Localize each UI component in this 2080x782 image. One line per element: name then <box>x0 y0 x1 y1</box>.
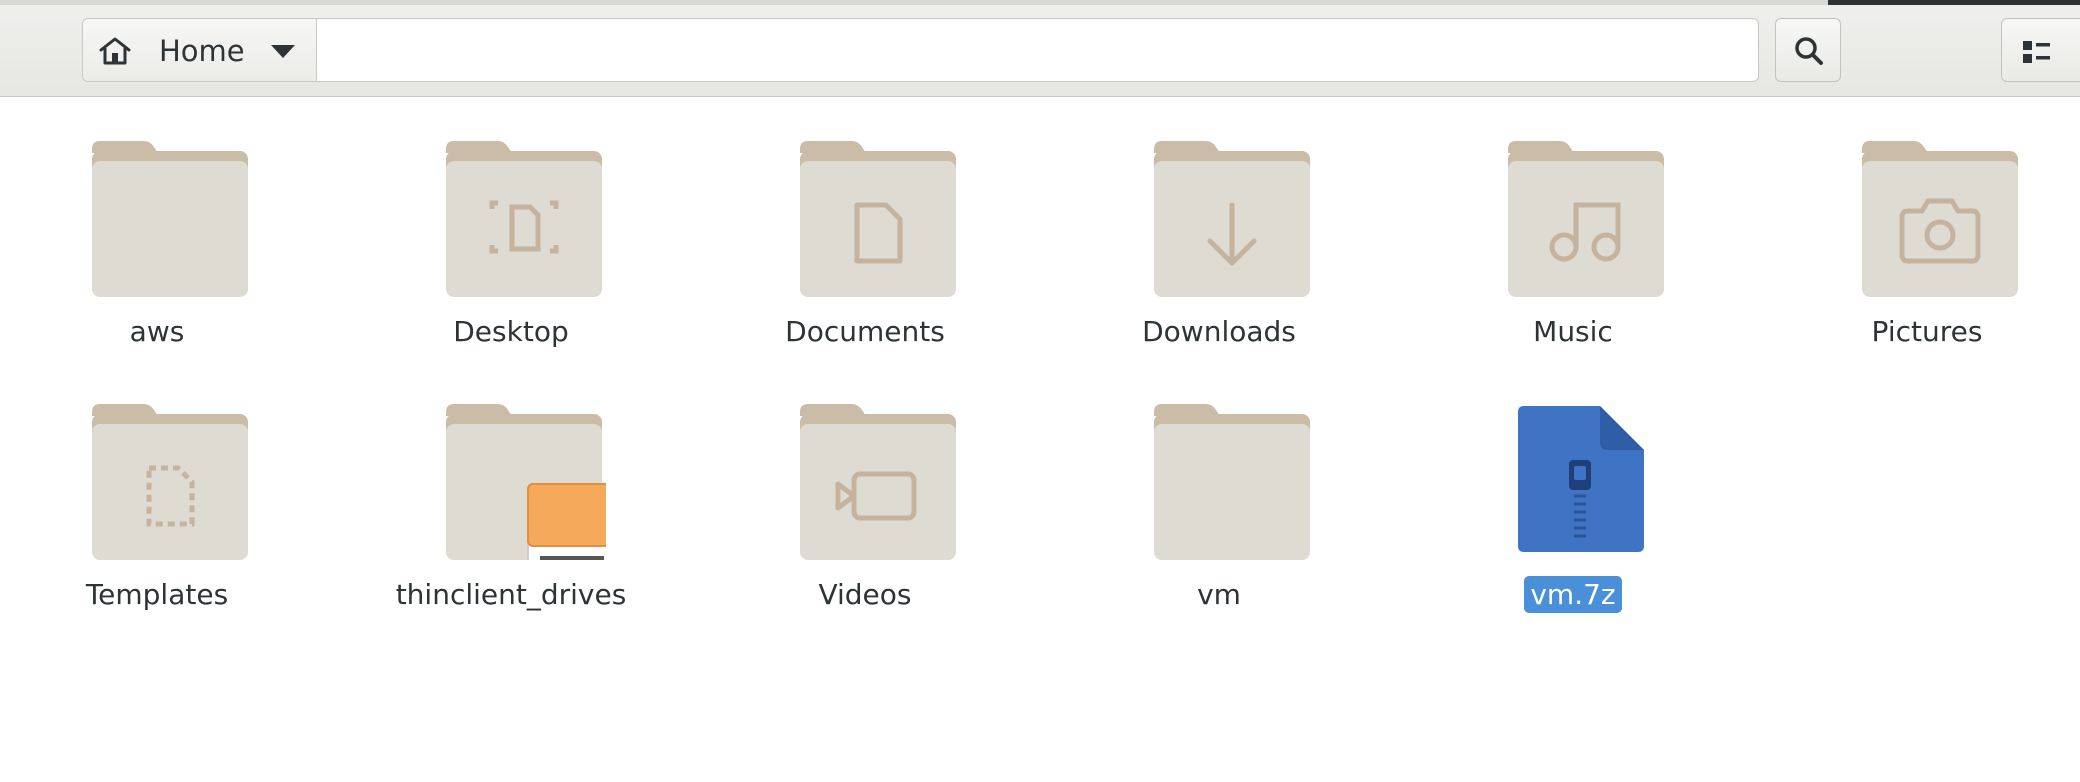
view-toggle-button[interactable] <box>2001 18 2080 82</box>
file-grid[interactable]: aws Desktop Documents Downloads Music Pi… <box>0 97 2080 782</box>
path-bar: Home <box>82 18 1759 82</box>
file-label: Videos <box>818 578 912 611</box>
folder-icon <box>1154 404 1310 560</box>
search-icon <box>1795 37 1823 65</box>
file-item-aws[interactable]: aws <box>0 97 322 348</box>
file-item-templates[interactable]: Templates <box>0 360 322 611</box>
chevron-down-icon[interactable] <box>269 41 297 61</box>
file-item-thinclient-drives[interactable]: thinclient_drives <box>346 360 676 611</box>
path-home-button[interactable]: Home <box>83 19 317 81</box>
downloads-folder-icon <box>1154 141 1310 297</box>
file-item-pictures[interactable]: Pictures <box>1762 97 2080 348</box>
file-item-vm[interactable]: vm <box>1054 360 1384 611</box>
header-bar: Home <box>0 5 2080 97</box>
documents-folder-icon <box>800 141 956 297</box>
search-button[interactable] <box>1775 18 1841 82</box>
music-folder-icon <box>1508 141 1664 297</box>
list-view-icon <box>2023 41 2050 63</box>
templates-folder-icon <box>92 404 248 560</box>
file-item-desktop[interactable]: Desktop <box>346 97 676 348</box>
folder-icon <box>92 141 248 297</box>
drive-emblem-icon <box>527 483 606 560</box>
file-label: vm <box>1197 578 1241 611</box>
archive-file-icon <box>1518 406 1644 552</box>
pictures-folder-icon <box>1862 141 2018 297</box>
file-item-downloads[interactable]: Downloads <box>1054 97 1384 348</box>
file-item-documents[interactable]: Documents <box>700 97 1030 348</box>
file-label: Downloads <box>1142 315 1296 348</box>
file-label: Desktop <box>453 315 569 348</box>
location-entry[interactable] <box>318 19 1758 81</box>
file-label: Pictures <box>1871 315 1983 348</box>
file-item-vm-7z[interactable]: vm.7z <box>1408 360 1738 613</box>
file-label: thinclient_drives <box>395 578 627 611</box>
file-item-videos[interactable]: Videos <box>700 360 1030 611</box>
path-home-label: Home <box>159 34 245 68</box>
file-label: Music <box>1533 315 1613 348</box>
folder-icon <box>446 404 606 560</box>
file-label: Templates <box>85 578 229 611</box>
desktop-folder-icon <box>446 141 602 297</box>
videos-folder-icon <box>800 404 956 560</box>
file-label: aws <box>129 315 185 348</box>
file-label: vm.7z <box>1524 576 1622 613</box>
home-icon <box>99 37 131 65</box>
file-item-music[interactable]: Music <box>1408 97 1738 348</box>
file-label: Documents <box>785 315 945 348</box>
